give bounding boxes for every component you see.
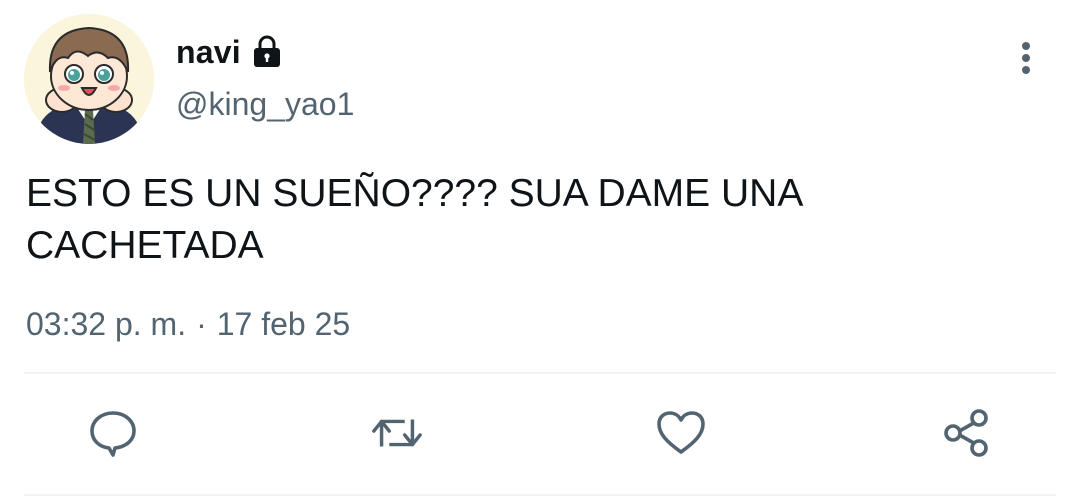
display-name[interactable]: navi — [176, 34, 241, 71]
share-nodes-icon — [944, 409, 988, 457]
tweet-text: ESTO ES UN SUEÑO???? SUA DAME UNA CACHET… — [26, 172, 804, 267]
like-button[interactable] — [654, 406, 708, 460]
heart-icon — [657, 411, 705, 454]
timestamp-separator: · — [196, 306, 207, 342]
divider — [24, 494, 1056, 496]
avatar[interactable] — [24, 14, 154, 144]
tweet-time: 03:32 p. m. — [26, 306, 187, 342]
tweet-date: 17 feb 25 — [216, 306, 351, 342]
divider — [24, 372, 1056, 374]
author-name-row[interactable]: navi — [176, 30, 285, 74]
retweet-arrows-icon — [372, 419, 422, 447]
speech-bubble-icon — [90, 411, 136, 457]
more-options-button[interactable] — [1004, 36, 1048, 80]
share-button[interactable] — [940, 406, 994, 460]
cartoon-boy-avatar — [24, 14, 154, 144]
vertical-dots-icon — [1022, 42, 1030, 74]
timestamp[interactable]: 03:32 p. m. · 17 feb 25 — [26, 306, 350, 343]
user-handle[interactable]: @king_yao1 — [176, 86, 354, 123]
lock-icon — [249, 34, 285, 70]
reply-button[interactable] — [86, 406, 140, 460]
retweet-button[interactable] — [370, 406, 424, 460]
